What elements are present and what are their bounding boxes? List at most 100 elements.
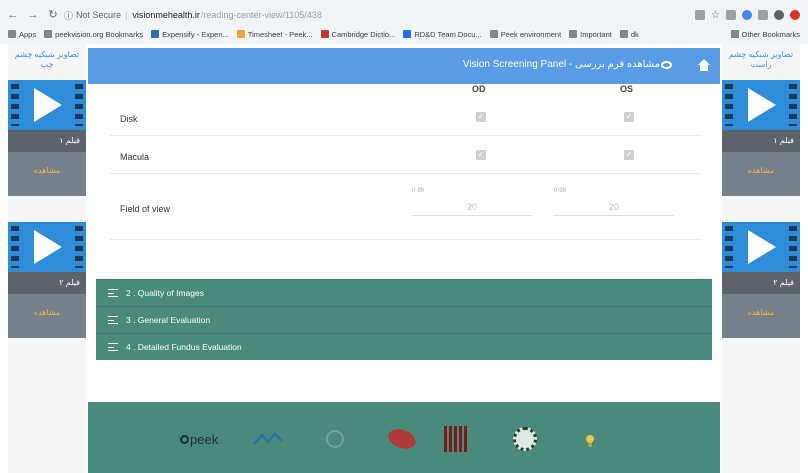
bookmark-item[interactable]: Important [569, 30, 612, 39]
peek-logo: peek [180, 424, 218, 454]
video-thumbnail[interactable] [722, 80, 800, 130]
folder-icon [730, 30, 739, 38]
bookmark-item[interactable]: Peek environment [489, 29, 562, 39]
section-detailed-fundus-evaluation[interactable]: 4 . Detailed Fundus Evaluation [96, 333, 712, 360]
emblem-icon [326, 430, 344, 448]
video-card: فیلم ۱ مشاهده [722, 80, 800, 196]
list-icon [108, 289, 118, 297]
drive-icon [403, 30, 412, 38]
video-card: فیلم ۲ مشاهده [8, 222, 86, 338]
extension-icon[interactable] [726, 10, 736, 20]
partner-footer: peek [88, 402, 720, 473]
red-oval-logo [385, 424, 419, 454]
reload-icon[interactable]: ↻ [46, 8, 60, 22]
extension-bar: ☆ [695, 6, 800, 24]
red-oval-icon [385, 425, 419, 453]
bookmarks-bar: Apps peekvision.org Bookmarks Expensify … [0, 27, 808, 41]
profile-icon[interactable] [774, 10, 784, 20]
left-panel-title: تصاویر شبکیه چشم چپ [14, 50, 80, 69]
video-card: فیلم ۲ مشاهده [722, 222, 800, 338]
form-row-field-of-view: Field of view 0-99 20 0-99 20 [110, 174, 700, 240]
video-name: فیلم ۱ [8, 130, 86, 152]
view-link[interactable]: مشاهده [722, 152, 800, 196]
section-label: 2 . Quality of Images [126, 288, 204, 298]
forward-icon[interactable]: → [26, 8, 40, 22]
section-general-evaluation[interactable]: 3 . General Evaluation [96, 306, 712, 333]
play-icon[interactable] [748, 88, 776, 122]
right-panel-title: تصاویر شبکیه چشم راست [728, 50, 794, 69]
institute-logo [442, 424, 468, 454]
bookmark-label: Timesheet - Peek... [247, 29, 313, 39]
bookmark-item[interactable]: Apps [8, 30, 36, 39]
bar-mark [448, 426, 452, 452]
row-label: Disk [120, 114, 138, 124]
video-thumbnail[interactable] [8, 80, 86, 130]
bookmark-label: Apps [19, 29, 37, 39]
bookmark-item[interactable]: peekvision.org Bookmarks [44, 30, 143, 39]
video-thumbnail[interactable] [722, 222, 800, 272]
bookmark-item[interactable]: Timesheet - Peek... [236, 29, 313, 39]
left-eye-panel: تصاویر شبکیه چشم چپ فیلم ۱ مشاهده فیلم ۲… [8, 44, 86, 473]
od-checkbox[interactable]: ✓ [476, 150, 486, 160]
extension-red-icon[interactable] [790, 10, 800, 20]
os-range-caption: 0-99 [554, 188, 567, 194]
view-link[interactable]: مشاهده [722, 294, 800, 338]
list-icon [108, 316, 118, 324]
video-name: فیلم ۱ [722, 130, 800, 152]
os-checkbox[interactable]: ✓ [624, 150, 634, 160]
url-path: /reading-center-view/1105/438 [200, 10, 322, 20]
timesheet-icon [236, 30, 245, 38]
back-icon[interactable]: ← [6, 8, 20, 22]
view-link[interactable]: مشاهده [8, 294, 86, 338]
right-eye-panel: تصاویر شبکیه چشم راست فیلم ۱ مشاهده فیلم… [722, 44, 800, 473]
view-link[interactable]: مشاهده [8, 152, 86, 196]
apps-icon [8, 30, 16, 38]
info-icon[interactable]: ⓘ [64, 9, 73, 22]
wave-logo [253, 424, 283, 454]
bookmark-label: RD&D Team Docu... [414, 29, 482, 39]
bookmark-label: peekvision.org Bookmarks [55, 29, 144, 39]
bookmark-label: Expensify - Expen... [162, 29, 229, 39]
column-od: OD [472, 84, 486, 94]
row-label: Macula [120, 152, 150, 162]
other-bookmarks-label: Other Bookmarks [741, 29, 800, 39]
section-label: 3 . General Evaluation [126, 315, 211, 325]
sun-logo [578, 424, 602, 454]
play-icon[interactable] [34, 88, 62, 122]
os-fov-input[interactable]: 20 [554, 198, 674, 216]
list-icon [108, 343, 118, 351]
extension-blue-icon[interactable] [742, 10, 752, 20]
bookmark-item[interactable]: Expensify - Expen... [151, 30, 229, 39]
emblem-logo [323, 424, 347, 454]
section-quality-of-images[interactable]: 2 . Quality of Images [96, 279, 712, 306]
peek-dot-icon [180, 434, 189, 444]
od-fov-input[interactable]: 20 [412, 198, 532, 216]
cast-icon[interactable] [758, 10, 768, 20]
play-icon[interactable] [34, 230, 62, 264]
bar-mark [458, 426, 462, 452]
bar-mark [463, 426, 467, 452]
url-separator: | [125, 10, 128, 20]
bookmark-item[interactable]: Cambridge Dictio... [320, 30, 395, 39]
bookmark-label: Peek environment [500, 29, 562, 39]
star-icon[interactable]: ☆ [711, 10, 720, 21]
bar-mark [453, 426, 457, 452]
bookmark-item[interactable]: RD&D Team Docu... [403, 29, 482, 39]
folder-icon [569, 30, 578, 38]
eye-icon [661, 61, 672, 69]
address-bar[interactable]: ⓘ Not Secure | visionmehealth.ir /readin… [64, 6, 654, 24]
bookmark-item[interactable]: dk [619, 30, 639, 39]
od-checkbox[interactable]: ✓ [476, 112, 486, 122]
os-checkbox[interactable]: ✓ [624, 112, 634, 122]
translate-icon[interactable] [695, 10, 706, 20]
form-row-disk: Disk ✓ ✓ [110, 100, 700, 136]
other-bookmarks[interactable]: Other Bookmarks [730, 27, 800, 41]
video-thumbnail[interactable] [8, 222, 86, 272]
section-label: 4 . Detailed Fundus Evaluation [126, 342, 242, 352]
play-icon[interactable] [748, 230, 776, 264]
od-range-caption: 0-99 [412, 188, 425, 194]
folder-icon [44, 30, 53, 38]
home-icon[interactable] [698, 59, 710, 71]
sun-icon [586, 435, 594, 443]
